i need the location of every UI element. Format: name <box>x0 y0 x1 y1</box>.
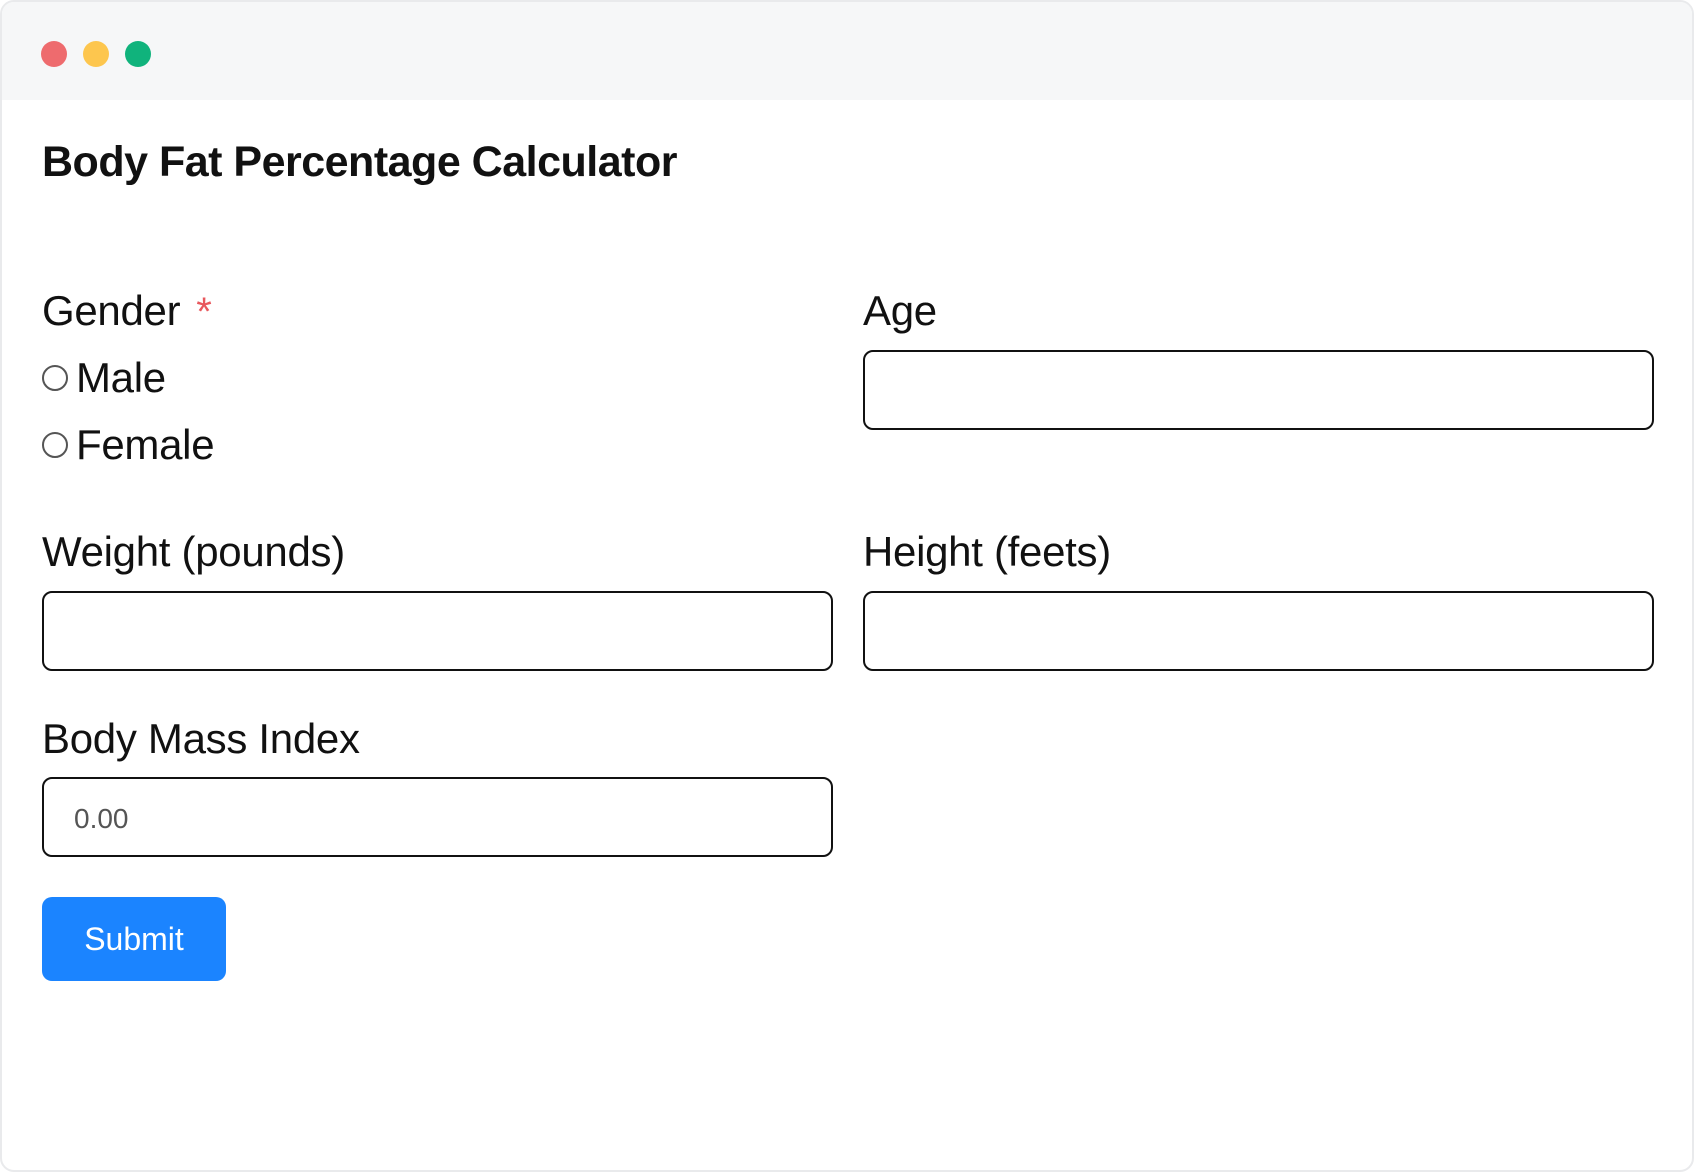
close-window-icon[interactable] <box>41 41 67 67</box>
window-titlebar <box>2 2 1692 100</box>
age-label: Age <box>863 287 937 334</box>
height-label: Height (feets) <box>863 528 1111 575</box>
maximize-window-icon[interactable] <box>125 41 151 67</box>
female-radio[interactable] <box>42 432 68 458</box>
form-title: Body Fat Percentage Calculator <box>42 138 677 186</box>
bmi-label: Body Mass Index <box>42 715 360 762</box>
weight-label: Weight (pounds) <box>42 528 345 575</box>
age-input[interactable] <box>863 350 1654 430</box>
female-radio-label[interactable]: Female <box>76 421 215 469</box>
height-input[interactable] <box>863 591 1654 671</box>
bmi-input[interactable]: 0.00 <box>42 777 833 857</box>
required-asterisk: * <box>196 290 212 334</box>
gender-label-text: Gender <box>42 287 181 334</box>
bmi-input-value: 0.00 <box>74 803 129 834</box>
gender-option-male[interactable]: Male <box>42 354 166 402</box>
weight-input[interactable] <box>42 591 833 671</box>
submit-button[interactable]: Submit <box>42 897 226 981</box>
gender-option-female[interactable]: Female <box>42 421 215 469</box>
male-radio[interactable] <box>42 365 68 391</box>
gender-label: Gender * <box>42 287 212 335</box>
male-radio-label[interactable]: Male <box>76 354 166 402</box>
browser-window: Body Fat Percentage Calculator Gender * M… <box>0 0 1694 1172</box>
minimize-window-icon[interactable] <box>83 41 109 67</box>
